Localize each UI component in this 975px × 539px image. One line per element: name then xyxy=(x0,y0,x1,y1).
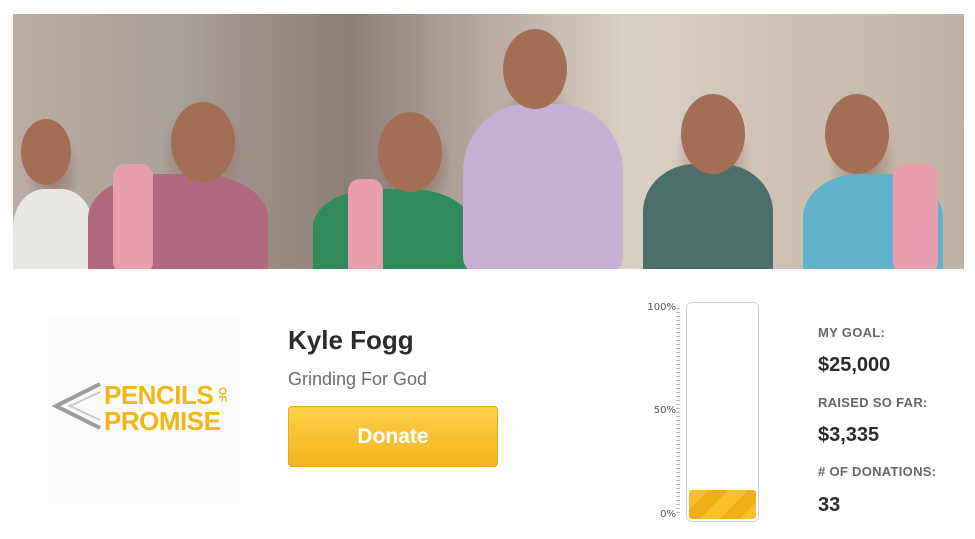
photo-face xyxy=(825,94,889,174)
donations-value: 33 xyxy=(818,494,841,516)
fundraiser-name[interactable]: Kyle Fogg xyxy=(288,325,414,356)
fundraiser-tagline: Grinding For God xyxy=(288,369,428,389)
pencil-chevron-icon xyxy=(51,382,101,430)
photo-child xyxy=(313,189,473,269)
photo-backpack xyxy=(348,179,383,269)
progress-fill xyxy=(689,490,756,519)
photo-face xyxy=(503,29,567,109)
hero-banner-image xyxy=(13,14,964,269)
progress-thermometer xyxy=(686,302,759,522)
goal-label: MY GOAL: xyxy=(818,325,886,340)
photo-child xyxy=(13,189,93,269)
photo-face xyxy=(171,102,235,182)
photo-child xyxy=(463,104,623,269)
scale-ticks xyxy=(672,308,680,516)
goal-value: $25,000 xyxy=(818,354,891,376)
photo-backpack xyxy=(893,164,938,269)
raised-label: RAISED SO FAR: xyxy=(818,395,928,410)
logo-word-promise: PROMISE xyxy=(104,406,221,436)
raised-value: $3,335 xyxy=(818,424,880,446)
donate-button[interactable]: Donate xyxy=(288,406,498,467)
photo-backpack xyxy=(113,164,153,269)
photo-child xyxy=(643,164,773,269)
scale-label-mid: 50% xyxy=(653,405,676,416)
donations-label: # OF DONATIONS: xyxy=(818,464,937,479)
logo-word-pencils: PENCILS xyxy=(104,380,214,410)
charity-logo[interactable]: PENCILS OF PROMISE xyxy=(48,316,240,504)
logo-word-of: OF xyxy=(211,381,233,407)
photo-face xyxy=(21,119,71,185)
logo-of-text: OF xyxy=(216,386,229,402)
photo-face xyxy=(681,94,745,174)
photo-face xyxy=(378,112,442,192)
scale-label-top: 100% xyxy=(647,302,676,313)
scale-label-bottom: 0% xyxy=(660,509,676,520)
